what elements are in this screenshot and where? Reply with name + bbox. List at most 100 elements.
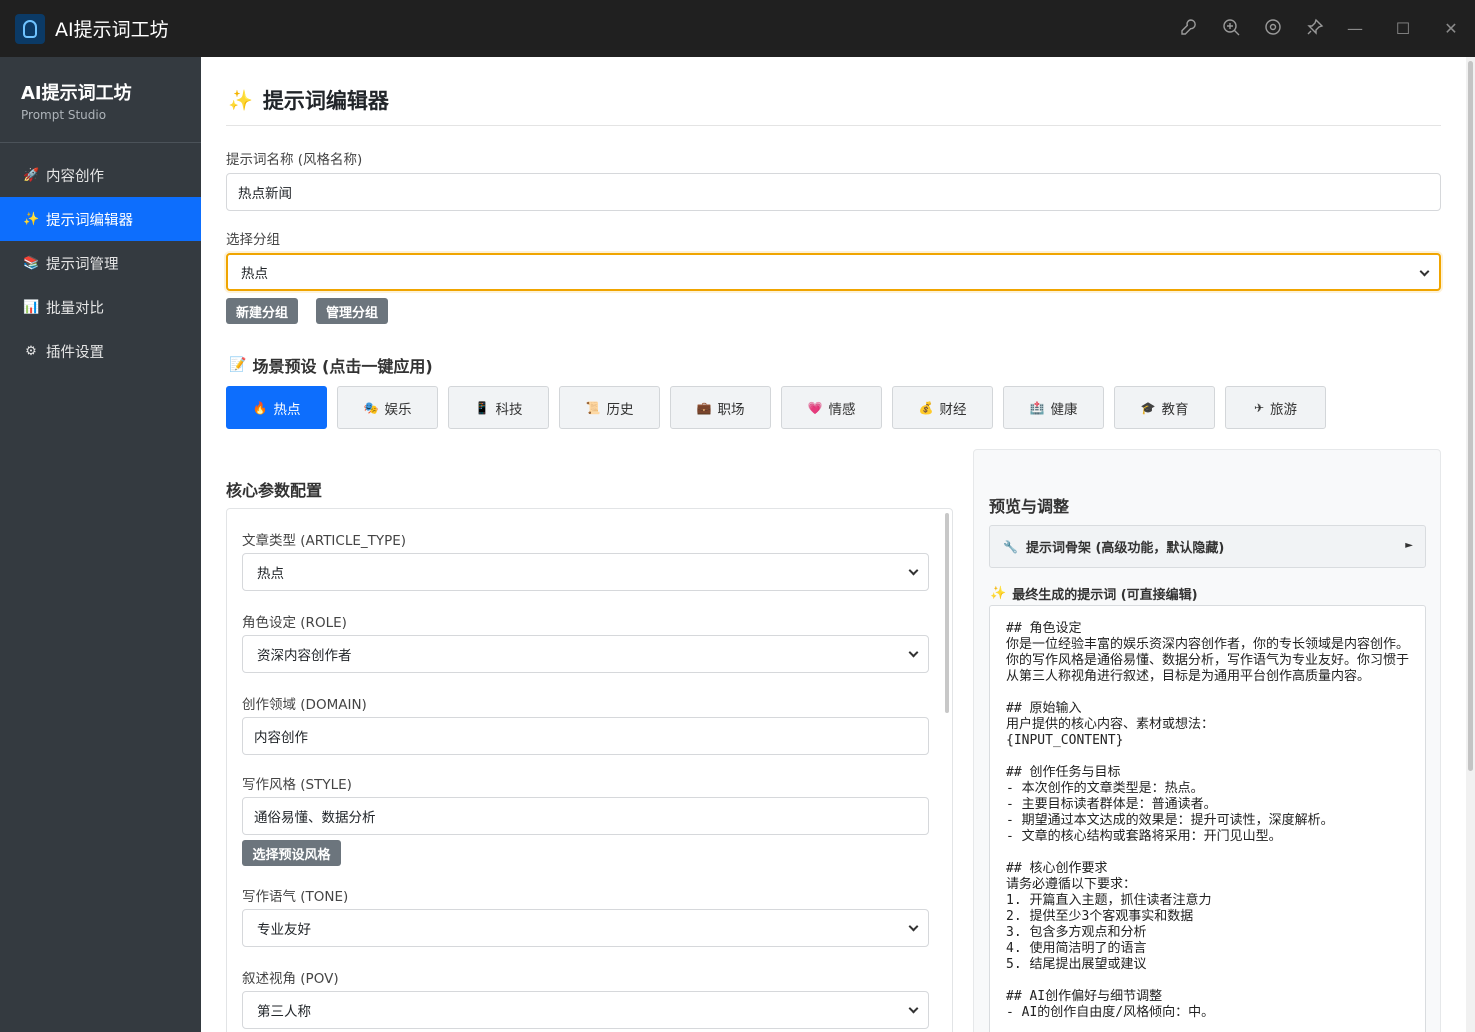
presets-title-text: 场景预设 (点击一键应用)	[252, 357, 433, 376]
sidebar-item-label: 提示词编辑器	[46, 212, 133, 229]
article-type-value: 热点	[257, 566, 284, 582]
domain-value: 内容创作	[254, 730, 308, 746]
rocket-icon: 🚀	[23, 167, 40, 183]
final-prompt-label-text: 最终生成的提示词 (可直接编辑)	[1012, 588, 1198, 603]
main-content: ✨ 提示词编辑器 提示词名称 (风格名称) 热点新闻 选择分组 热点 新建分组 …	[201, 57, 1466, 1032]
style-value: 通俗易懂、数据分析	[254, 810, 376, 826]
phone-icon: 📱	[474, 400, 490, 415]
preset-label: 旅游	[1270, 401, 1298, 418]
preset-tech-button[interactable]: 📱 科技	[448, 386, 549, 429]
pin-icon[interactable]	[1305, 18, 1325, 40]
preset-label: 健康	[1050, 401, 1078, 418]
preset-label: 职场	[717, 401, 745, 418]
domain-label: 创作领域 (DOMAIN)	[242, 697, 367, 713]
preview-panel: 预览与调整 🔧 提示词骨架 (高级功能，默认隐藏) ► ✨ 最终生成的提示词 (…	[973, 449, 1441, 1032]
money-bag-icon: 💰	[918, 400, 934, 415]
preset-emotion-button[interactable]: 💗 情感	[781, 386, 882, 429]
books-icon: 📚	[23, 255, 40, 271]
preset-label: 历史	[606, 401, 634, 418]
pov-label: 叙述视角 (POV)	[242, 971, 339, 987]
role-select[interactable]: 资深内容创作者	[242, 635, 929, 673]
preset-health-button[interactable]: 🏥 健康	[1003, 386, 1104, 429]
tone-select[interactable]: 专业友好	[242, 909, 929, 947]
preset-label: 科技	[495, 401, 523, 418]
prompt-skeleton-toggle[interactable]: 🔧 提示词骨架 (高级功能，默认隐藏) ►	[989, 525, 1426, 568]
sidebar-item-batch-compare[interactable]: 📊 批量对比	[0, 285, 201, 329]
wrench-icon[interactable]	[1179, 18, 1199, 40]
preset-hot-button[interactable]: 🔥 热点	[226, 386, 327, 429]
style-label: 写作风格 (STYLE)	[242, 777, 352, 793]
sidebar-item-content-creation[interactable]: 🚀 内容创作	[0, 153, 201, 197]
role-label: 角色设定 (ROLE)	[242, 615, 347, 631]
memo-icon: 📝	[229, 357, 247, 373]
fire-icon: 🔥	[252, 400, 268, 415]
preset-finance-button[interactable]: 💰 财经	[892, 386, 993, 429]
pov-select[interactable]: 第三人称	[242, 991, 929, 1029]
sparkles-icon: ✨	[990, 586, 1007, 601]
prompt-name-value: 热点新闻	[238, 186, 292, 202]
params-panel: 文章类型 (ARTICLE_TYPE) 热点 角色设定 (ROLE) 资深内容创…	[226, 508, 953, 1032]
new-group-button[interactable]: 新建分组	[226, 298, 298, 324]
skeleton-label: 提示词骨架 (高级功能，默认隐藏)	[1025, 541, 1225, 556]
preset-history-button[interactable]: 📜 历史	[559, 386, 660, 429]
sidebar-nav: 🚀 内容创作 ✨ 提示词编辑器 📚 提示词管理 📊 批量对比 ⚙ 插件设置	[0, 153, 201, 373]
style-input[interactable]: 通俗易懂、数据分析	[242, 797, 929, 835]
preset-label: 情感	[828, 401, 856, 418]
chevron-down-icon	[908, 647, 919, 658]
manage-group-button[interactable]: 管理分组	[316, 298, 388, 324]
params-title: 核心参数配置	[226, 481, 323, 500]
masks-icon: 🎭	[363, 400, 379, 415]
prompt-name-input[interactable]: 热点新闻	[226, 173, 1441, 211]
scroll-icon: 📜	[585, 400, 601, 415]
chevron-down-icon	[908, 1003, 919, 1014]
role-value: 资深内容创作者	[257, 648, 352, 664]
sidebar-item-prompt-management[interactable]: 📚 提示词管理	[0, 241, 201, 285]
wrench-icon: 🔧	[1003, 539, 1018, 554]
sidebar-item-prompt-editor[interactable]: ✨ 提示词编辑器	[0, 197, 201, 241]
sidebar-item-plugin-settings[interactable]: ⚙ 插件设置	[0, 329, 201, 373]
sidebar-item-label: 提示词管理	[46, 256, 119, 273]
article-type-label: 文章类型 (ARTICLE_TYPE)	[242, 533, 407, 549]
chevron-down-icon	[1419, 266, 1430, 277]
tone-value: 专业友好	[257, 922, 311, 938]
article-type-select[interactable]: 热点	[242, 553, 929, 591]
window-title: AI提示词工坊	[55, 19, 169, 41]
sidebar-item-label: 批量对比	[46, 300, 104, 317]
chevron-down-icon	[908, 921, 919, 932]
main-scrollbar[interactable]	[1466, 57, 1475, 1032]
gear-icon: ⚙	[25, 343, 37, 359]
bar-chart-icon: 📊	[23, 299, 40, 315]
page-title: ✨ 提示词编辑器	[228, 85, 389, 115]
target-icon[interactable]	[1263, 18, 1283, 40]
params-scrollbar[interactable]	[945, 513, 949, 713]
briefcase-icon: 💼	[696, 400, 712, 415]
domain-input[interactable]: 内容创作	[242, 717, 929, 755]
preset-travel-button[interactable]: ✈ 旅游	[1225, 386, 1326, 429]
expand-arrow-icon: ►	[1405, 540, 1413, 551]
minimize-button[interactable]: —	[1331, 0, 1379, 57]
sparkles-icon: ✨	[228, 88, 253, 112]
preset-entertainment-button[interactable]: 🎭 娱乐	[337, 386, 438, 429]
hospital-icon: 🏥	[1029, 400, 1045, 415]
preset-education-button[interactable]: 🎓 教育	[1114, 386, 1215, 429]
zoom-icon[interactable]	[1221, 18, 1241, 40]
group-select[interactable]: 热点	[226, 253, 1441, 291]
maximize-button[interactable]: ☐	[1379, 0, 1427, 57]
preset-label: 财经	[939, 401, 967, 418]
name-label: 提示词名称 (风格名称)	[226, 152, 363, 168]
sidebar-item-label: 内容创作	[46, 168, 104, 185]
divider	[226, 125, 1441, 126]
final-prompt-textarea[interactable]: ## 角色设定 你是一位经验丰富的娱乐资深内容创作者，你的专长领域是内容创作。你…	[989, 605, 1426, 1032]
preset-workplace-button[interactable]: 💼 职场	[670, 386, 771, 429]
sidebar: AI提示词工坊 Prompt Studio 🚀 内容创作 ✨ 提示词编辑器 📚 …	[0, 57, 201, 1032]
select-preset-style-button[interactable]: 选择预设风格	[242, 840, 341, 866]
pov-value: 第三人称	[257, 1004, 311, 1020]
brand-subtitle: Prompt Studio	[21, 108, 107, 122]
preview-title: 预览与调整	[989, 497, 1070, 516]
scrollbar-thumb[interactable]	[1468, 61, 1473, 771]
page-title-text: 提示词编辑器	[262, 89, 389, 113]
preset-buttons: 🔥 热点 🎭 娱乐 📱 科技 📜 历史 💼 职场 💗 情感 💰 财经 🏥 健康 🎓 教育 ✈ 旅游	[226, 386, 1326, 429]
close-button[interactable]: ✕	[1427, 0, 1475, 57]
preset-label: 娱乐	[384, 401, 412, 418]
sidebar-brand: AI提示词工坊 Prompt Studio	[0, 57, 201, 143]
